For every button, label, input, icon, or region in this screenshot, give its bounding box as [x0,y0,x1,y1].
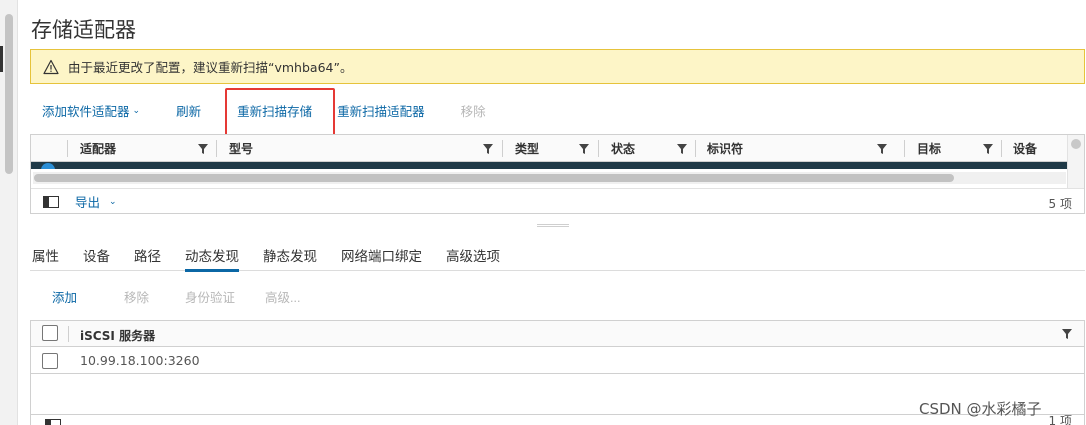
tab-dynamic-discovery[interactable]: 动态发现 [173,238,251,272]
column-identifier[interactable]: 标识符 [695,135,895,162]
horizontal-scrollbar[interactable] [33,172,1066,184]
filter-icon[interactable] [198,144,208,154]
pane-splitter[interactable] [537,224,569,227]
add-software-adapter-label: 添加软件适配器 [42,104,130,119]
highlight-annotation [225,88,335,136]
refresh-button[interactable]: 刷新 [176,101,201,120]
chevron-down-icon: ⌄ [109,196,117,207]
page-scrollbar[interactable] [0,0,18,425]
tab-advanced-options[interactable]: 高级选项 [434,238,512,271]
add-target-button[interactable]: 添加 [52,287,77,306]
advanced-button[interactable]: 高级... [265,287,300,306]
column-devices[interactable]: 设备 [1001,135,1067,162]
column-label: 目标 [917,142,942,156]
iscsi-server-column-label: iSCSI 服务器 [80,329,156,343]
page-title: 存储适配器 [31,18,136,42]
column-label: 类型 [515,142,540,156]
warning-icon [43,59,59,74]
tab-static-discovery[interactable]: 静态发现 [251,238,329,271]
filter-icon[interactable] [983,144,993,154]
filter-icon[interactable] [1062,329,1072,339]
table-row[interactable]: 10.99.18.100:3260 [31,347,1084,374]
scroll-marker [0,46,3,72]
scroll-up-icon[interactable] [1071,139,1081,149]
vertical-scrollbar[interactable] [1067,135,1084,188]
column-label: 状态 [611,142,636,156]
tab-devices[interactable]: 设备 [71,238,122,271]
discovery-toolbar: 添加 移除 身份验证 高级... [52,286,324,306]
remove-adapter-button[interactable]: 移除 [461,101,486,120]
column-adapter[interactable]: 适配器 [68,135,216,162]
column-label: 标识符 [707,142,744,156]
alert-text: 由于最近更改了配置，建议重新扫描“vmhba64”。 [68,60,353,75]
rescan-adapter-button[interactable]: 重新扫描适配器 [337,101,425,120]
config-change-alert: 由于最近更改了配置，建议重新扫描“vmhba64”。 [30,49,1085,84]
filter-icon[interactable] [677,144,687,154]
horizontal-scroll-thumb[interactable] [34,174,954,182]
detail-tabs: 属性 设备 路径 动态发现 静态发现 网络端口绑定 高级选项 [30,238,1085,272]
selected-adapter-row[interactable] [31,162,1068,169]
add-software-adapter-button[interactable]: 添加软件适配器 ⌄ [42,101,140,120]
chevron-down-icon: ⌄ [132,104,141,115]
filter-icon[interactable] [877,144,887,154]
filter-icon[interactable] [579,144,589,154]
column-targets[interactable]: 目标 [905,135,1001,162]
row-checkbox[interactable] [42,353,58,369]
column-label: 型号 [229,142,254,156]
adapter-count: 5 项 [1048,197,1072,211]
column-label: 设备 [1013,142,1038,156]
export-label: 导出 [75,195,101,210]
column-model[interactable]: 型号 [217,135,501,162]
adapters-grid: 适配器 型号 类型 状态 标识符 目标 设备 导出 ⌄ 5 项 [30,134,1085,214]
column-label: 适配器 [80,142,117,156]
column-toggle-icon[interactable] [45,419,61,425]
tab-network-port-binding[interactable]: 网络端口绑定 [329,238,434,271]
watermark: CSDN @水彩橘子 [919,400,1042,418]
column-toggle-icon[interactable] [43,195,59,208]
iscsi-grid-header: iSCSI 服务器 [31,321,1084,347]
adapters-grid-footer: 导出 ⌄ 5 项 [31,188,1084,214]
page-scroll-thumb[interactable] [5,14,13,174]
iscsi-server-count: 1 项 [1048,414,1072,425]
iscsi-server-address: 10.99.18.100:3260 [80,353,200,368]
select-all-checkbox[interactable] [42,325,58,341]
column-status[interactable]: 状态 [599,135,695,162]
adapters-grid-header: 适配器 型号 类型 状态 标识符 目标 设备 [31,135,1068,162]
export-button[interactable]: 导出 ⌄ [75,192,117,211]
authentication-button[interactable]: 身份验证 [185,287,235,306]
filter-icon[interactable] [483,144,493,154]
tab-paths[interactable]: 路径 [122,238,173,271]
column-type[interactable]: 类型 [503,135,597,162]
row-radio[interactable] [41,163,55,169]
remove-target-button[interactable]: 移除 [124,287,149,306]
tab-properties[interactable]: 属性 [30,238,71,271]
